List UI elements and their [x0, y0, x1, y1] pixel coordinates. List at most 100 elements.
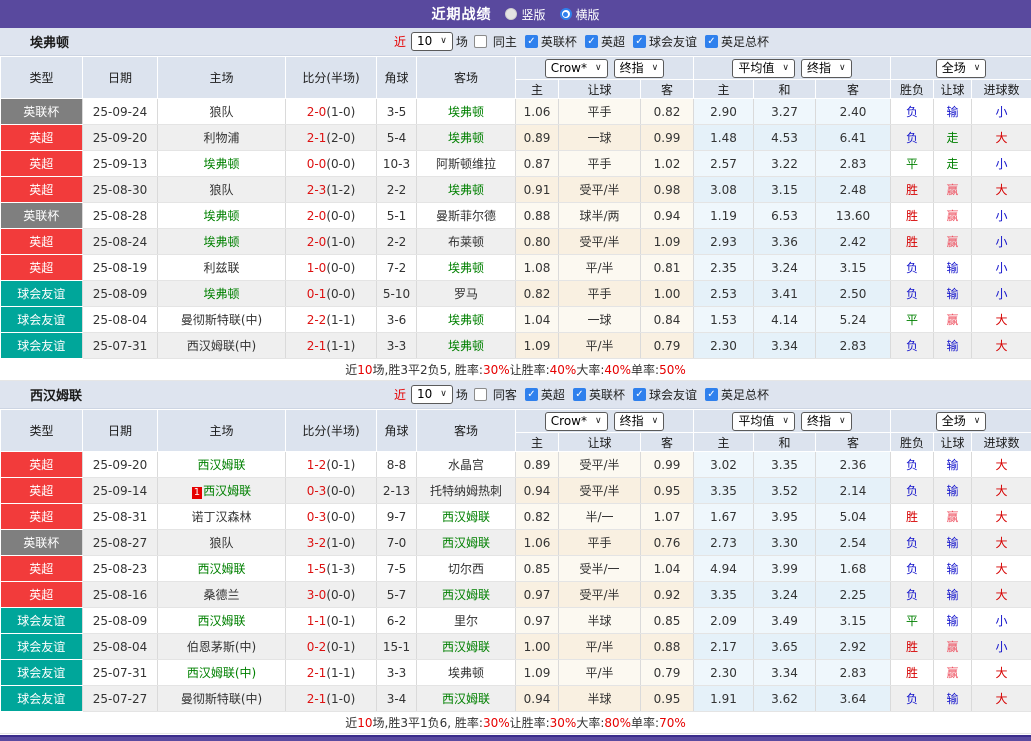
home-team[interactable]: 西汉姆联(中): [158, 333, 286, 359]
match-score: 2-1(1-1): [286, 333, 377, 359]
match-count-select[interactable]: 10∨: [411, 32, 453, 51]
away-team[interactable]: 西汉姆联: [417, 582, 516, 608]
average-select[interactable]: 平均值∨: [732, 59, 795, 78]
home-team[interactable]: 桑德兰: [158, 582, 286, 608]
odds-handicap: 平手: [559, 530, 641, 556]
summary-segment: 单率:: [631, 361, 659, 378]
subcol-avg-draw: 和: [754, 433, 816, 452]
odds-company-select[interactable]: Crow*∨: [545, 412, 608, 431]
away-team[interactable]: 西汉姆联: [417, 686, 516, 712]
match-row: 球会友谊25-08-04曼彻斯特联(中)2-2(1-1)3-6埃弗顿1.04一球…: [1, 307, 1031, 333]
radio-checked-icon[interactable]: [560, 8, 572, 20]
match-date: 25-07-31: [83, 660, 158, 686]
home-team[interactable]: 埃弗顿: [158, 151, 286, 177]
home-team[interactable]: 西汉姆联: [158, 608, 286, 634]
match-row: 英超25-08-24埃弗顿2-0(1-0)2-2布莱顿0.80受平/半1.092…: [1, 229, 1031, 255]
home-team[interactable]: 曼彻斯特联(中): [158, 686, 286, 712]
away-team[interactable]: 埃弗顿: [417, 333, 516, 359]
league-badge: 英超: [1, 229, 83, 255]
chevron-down-icon: ∨: [440, 387, 447, 402]
home-team[interactable]: 西汉姆联(中): [158, 660, 286, 686]
league-checkbox-checked-icon[interactable]: ✓: [705, 35, 718, 48]
match-count-select[interactable]: 10∨: [411, 385, 453, 404]
away-team[interactable]: 西汉姆联: [417, 634, 516, 660]
away-team[interactable]: 西汉姆联: [417, 504, 516, 530]
corners: 6-2: [377, 608, 417, 634]
section-header-westham: 西汉姆联 近 10∨ 场 同客 ✓英超 ✓英联杯 ✓球会友谊 ✓英足总杯: [0, 381, 1031, 409]
same-away-checkbox[interactable]: [474, 388, 487, 401]
section-header-everton: 埃弗顿 近 10∨ 场 同主 ✓英联杯 ✓英超 ✓球会友谊 ✓英足总杯: [0, 28, 1031, 56]
home-team[interactable]: 西汉姆联: [158, 452, 286, 478]
avg-home: 2.90: [694, 99, 754, 125]
away-team[interactable]: 埃弗顿: [417, 125, 516, 151]
league-checkbox-checked-icon[interactable]: ✓: [573, 388, 586, 401]
result-handicap: 输: [934, 281, 972, 307]
away-team[interactable]: 埃弗顿: [417, 177, 516, 203]
home-team[interactable]: 诺丁汉森林: [158, 504, 286, 530]
odds-final-select[interactable]: 终指∨: [614, 412, 665, 431]
league-checkbox-checked-icon[interactable]: ✓: [633, 388, 646, 401]
fulltime-select[interactable]: 全场∨: [936, 412, 987, 431]
home-team[interactable]: 埃弗顿: [158, 281, 286, 307]
vertical-layout-radio[interactable]: 竖版: [505, 6, 545, 23]
away-team[interactable]: 曼斯菲尔德: [417, 203, 516, 229]
league-filter-label: 英联杯: [589, 386, 625, 403]
average-final-select[interactable]: 终指∨: [801, 412, 852, 431]
same-home-checkbox[interactable]: [474, 35, 487, 48]
radio-unchecked-icon[interactable]: [505, 8, 517, 20]
odds-final-select[interactable]: 终指∨: [614, 59, 665, 78]
league-checkbox-checked-icon[interactable]: ✓: [525, 388, 538, 401]
away-team[interactable]: 水晶宫: [417, 452, 516, 478]
home-team[interactable]: 利兹联: [158, 255, 286, 281]
away-team[interactable]: 布莱顿: [417, 229, 516, 255]
subcol-handicap-result: 让球: [934, 80, 972, 99]
summary-segment: 近: [345, 714, 357, 731]
away-team[interactable]: 切尔西: [417, 556, 516, 582]
league-checkbox-checked-icon[interactable]: ✓: [525, 35, 538, 48]
away-team[interactable]: 托特纳姆热刺: [417, 478, 516, 504]
away-team[interactable]: 西汉姆联: [417, 530, 516, 556]
home-team[interactable]: 伯恩茅斯(中): [158, 634, 286, 660]
home-team[interactable]: 1西汉姆联: [158, 478, 286, 504]
away-team[interactable]: 埃弗顿: [417, 99, 516, 125]
away-team[interactable]: 罗马: [417, 281, 516, 307]
league-checkbox-checked-icon[interactable]: ✓: [633, 35, 646, 48]
match-row: 球会友谊25-08-04伯恩茅斯(中)0-2(0-1)15-1西汉姆联1.00平…: [1, 634, 1031, 660]
away-team[interactable]: 埃弗顿: [417, 307, 516, 333]
away-team[interactable]: 埃弗顿: [417, 660, 516, 686]
home-team[interactable]: 利物浦: [158, 125, 286, 151]
league-checkbox-checked-icon[interactable]: ✓: [705, 388, 718, 401]
result-outcome: 平: [891, 608, 934, 634]
league-checkbox-checked-icon[interactable]: ✓: [585, 35, 598, 48]
league-badge: 英超: [1, 125, 83, 151]
away-team[interactable]: 阿斯顿维拉: [417, 151, 516, 177]
average-final-select[interactable]: 终指∨: [801, 59, 852, 78]
home-team[interactable]: 狼队: [158, 99, 286, 125]
odds-handicap: 一球: [559, 125, 641, 151]
horizontal-layout-radio[interactable]: 横版: [560, 6, 600, 23]
fulltime-select[interactable]: 全场∨: [936, 59, 987, 78]
league-badge: 英联杯: [1, 530, 83, 556]
odds-handicap: 半/一: [559, 504, 641, 530]
col-home: 主场: [158, 410, 286, 452]
odds-home: 0.85: [516, 556, 559, 582]
avg-home: 2.57: [694, 151, 754, 177]
match-score: 2-0(0-0): [286, 203, 377, 229]
away-team[interactable]: 里尔: [417, 608, 516, 634]
league-filter-label: 球会友谊: [649, 386, 697, 403]
home-team[interactable]: 狼队: [158, 177, 286, 203]
home-team[interactable]: 埃弗顿: [158, 203, 286, 229]
home-team[interactable]: 西汉姆联: [158, 556, 286, 582]
result-outcome: 胜: [891, 177, 934, 203]
match-score: 0-2(0-1): [286, 634, 377, 660]
average-select[interactable]: 平均值∨: [732, 412, 795, 431]
summary-segment: 50%: [659, 363, 686, 377]
odds-company-select[interactable]: Crow*∨: [545, 59, 608, 78]
odds-handicap: 一球: [559, 307, 641, 333]
home-team[interactable]: 曼彻斯特联(中): [158, 307, 286, 333]
col-corner: 角球: [377, 57, 417, 99]
summary-segment: 大率:: [576, 361, 604, 378]
home-team[interactable]: 埃弗顿: [158, 229, 286, 255]
home-team[interactable]: 狼队: [158, 530, 286, 556]
away-team[interactable]: 埃弗顿: [417, 255, 516, 281]
